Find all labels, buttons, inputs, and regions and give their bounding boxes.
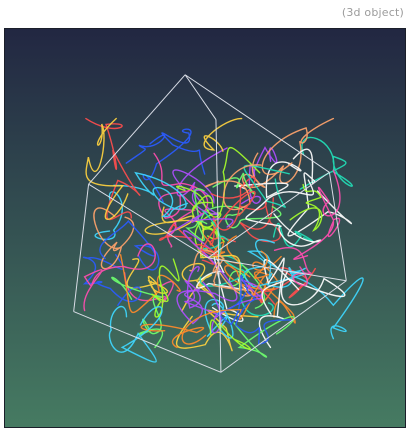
3d-scene[interactable] [5,29,405,427]
object-caption: (3d object) [341,6,404,19]
3d-viewport[interactable] [4,28,406,428]
